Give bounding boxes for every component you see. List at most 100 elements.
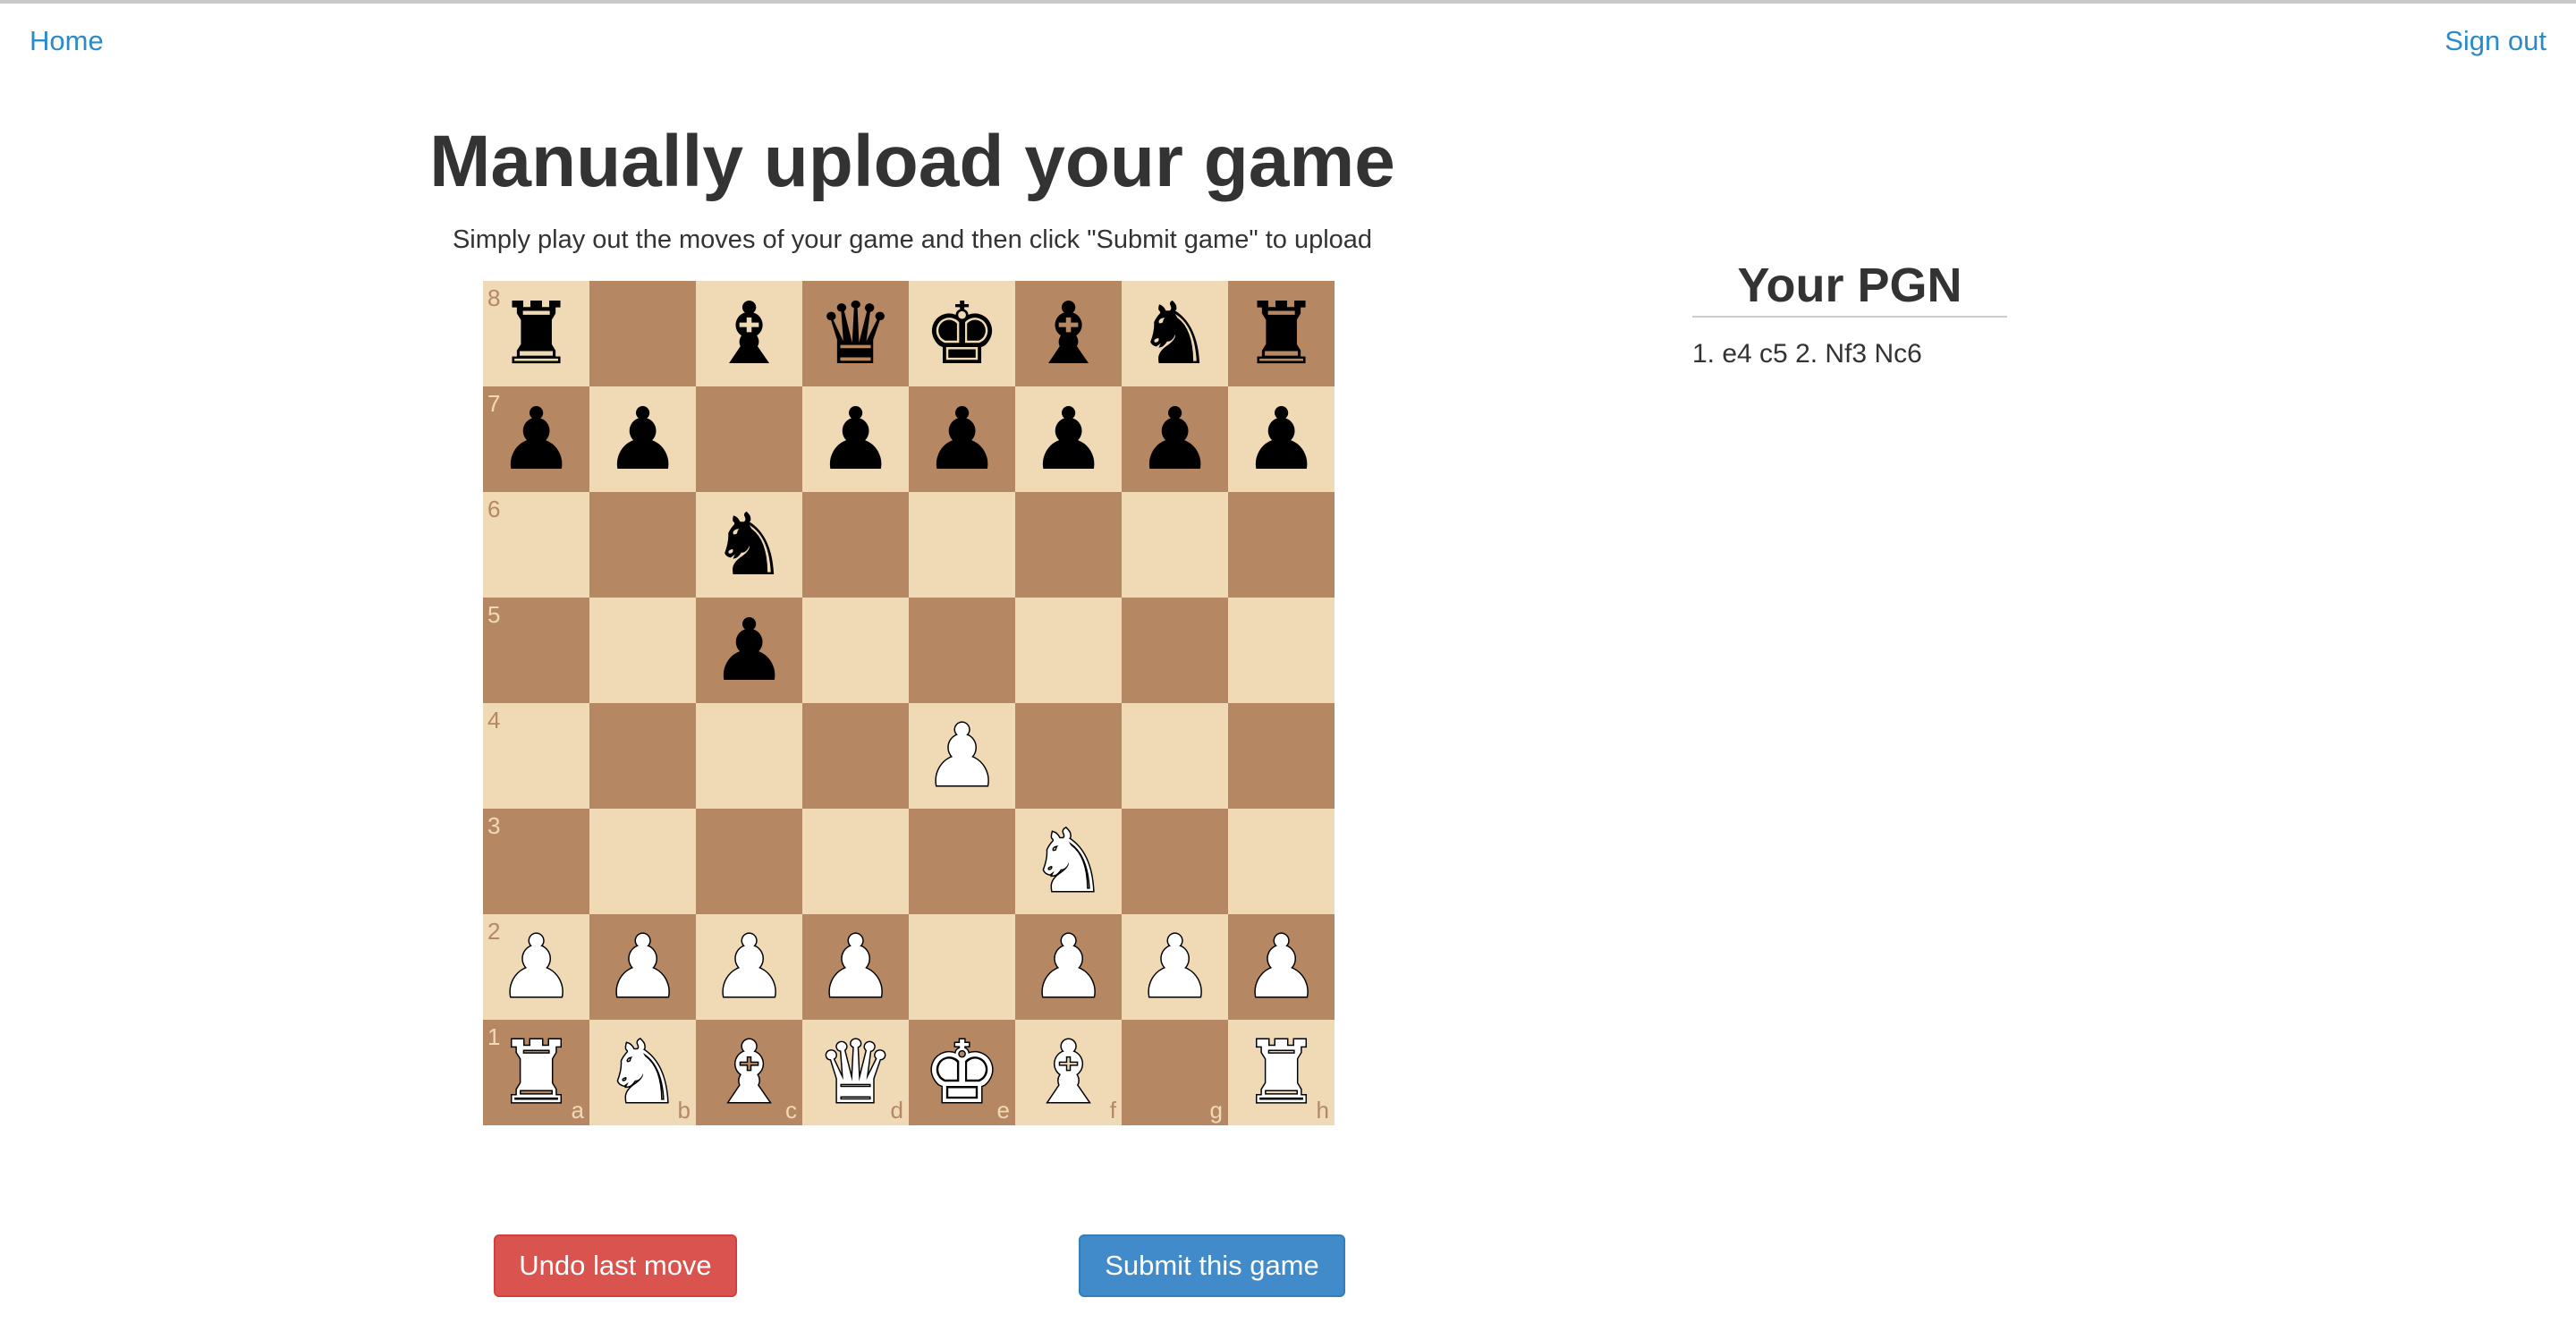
white-pawn-icon[interactable]: ♟ bbox=[696, 914, 802, 1020]
square-e2[interactable] bbox=[909, 914, 1015, 1020]
square-d7[interactable]: ♟ bbox=[802, 386, 909, 492]
square-h8[interactable]: ♜ bbox=[1228, 281, 1335, 386]
square-b1[interactable]: b ♞ bbox=[589, 1020, 696, 1125]
black-rook-icon[interactable]: ♜ bbox=[483, 281, 589, 386]
square-a2[interactable]: 2 ♟ bbox=[483, 914, 589, 1020]
black-knight-icon[interactable]: ♞ bbox=[1122, 281, 1228, 386]
black-pawn-icon[interactable]: ♟ bbox=[589, 386, 696, 492]
black-pawn-icon[interactable]: ♟ bbox=[1122, 386, 1228, 492]
square-h5[interactable] bbox=[1228, 598, 1335, 703]
sign-out-link[interactable]: Sign out bbox=[2445, 25, 2546, 57]
square-b6[interactable] bbox=[589, 492, 696, 598]
black-pawn-icon[interactable]: ♟ bbox=[802, 386, 909, 492]
square-d8[interactable]: ♛ bbox=[802, 281, 909, 386]
square-h7[interactable]: ♟ bbox=[1228, 386, 1335, 492]
square-f4[interactable] bbox=[1015, 703, 1122, 809]
black-queen-icon[interactable]: ♛ bbox=[802, 281, 909, 386]
square-g4[interactable] bbox=[1122, 703, 1228, 809]
square-e4[interactable]: ♟ bbox=[909, 703, 1015, 809]
square-d1[interactable]: d ♛ bbox=[802, 1020, 909, 1125]
square-a7[interactable]: 7 ♟ bbox=[483, 386, 589, 492]
square-g5[interactable] bbox=[1122, 598, 1228, 703]
square-c8[interactable]: ♝ bbox=[696, 281, 802, 386]
square-b8[interactable] bbox=[589, 281, 696, 386]
submit-game-button[interactable]: Submit this game bbox=[1079, 1234, 1345, 1297]
square-e3[interactable] bbox=[909, 809, 1015, 914]
square-e1[interactable]: e ♚ bbox=[909, 1020, 1015, 1125]
square-d5[interactable] bbox=[802, 598, 909, 703]
square-d3[interactable] bbox=[802, 809, 909, 914]
square-b3[interactable] bbox=[589, 809, 696, 914]
square-g2[interactable]: ♟ bbox=[1122, 914, 1228, 1020]
square-a3[interactable]: 3 bbox=[483, 809, 589, 914]
white-rook-icon[interactable]: ♜ bbox=[1228, 1020, 1335, 1125]
square-d2[interactable]: ♟ bbox=[802, 914, 909, 1020]
square-f1[interactable]: f ♝ bbox=[1015, 1020, 1122, 1125]
square-a1[interactable]: 1 a ♜ bbox=[483, 1020, 589, 1125]
square-e8[interactable]: ♚ bbox=[909, 281, 1015, 386]
black-rook-icon[interactable]: ♜ bbox=[1228, 281, 1335, 386]
white-pawn-icon[interactable]: ♟ bbox=[1228, 914, 1335, 1020]
square-c2[interactable]: ♟ bbox=[696, 914, 802, 1020]
square-h1[interactable]: h ♜ bbox=[1228, 1020, 1335, 1125]
square-e7[interactable]: ♟ bbox=[909, 386, 1015, 492]
white-bishop-icon[interactable]: ♝ bbox=[1015, 1020, 1122, 1125]
black-knight-icon[interactable]: ♞ bbox=[696, 492, 802, 598]
square-h3[interactable] bbox=[1228, 809, 1335, 914]
white-knight-icon[interactable]: ♞ bbox=[589, 1020, 696, 1125]
square-b7[interactable]: ♟ bbox=[589, 386, 696, 492]
square-c4[interactable] bbox=[696, 703, 802, 809]
white-rook-icon[interactable]: ♜ bbox=[483, 1020, 589, 1125]
black-pawn-icon[interactable]: ♟ bbox=[1228, 386, 1335, 492]
square-d4[interactable] bbox=[802, 703, 909, 809]
white-knight-icon[interactable]: ♞ bbox=[1015, 809, 1122, 914]
chess-board[interactable]: 8 ♜ ♝ ♛ ♚ ♝ ♞ ♜ 7 ♟ ♟ ♟ ♟ ♟ ♟ ♟ 6 ♞ 5 ♟ 4 ♟ 3 ♞ 2 ♟ ♟ ♟ ♟ ♟ ♟ ♟ 1 a ♜ b ♞ c ♝ d… bbox=[483, 281, 1335, 1125]
square-f7[interactable]: ♟ bbox=[1015, 386, 1122, 492]
square-b5[interactable] bbox=[589, 598, 696, 703]
square-c7[interactable] bbox=[696, 386, 802, 492]
white-pawn-icon[interactable]: ♟ bbox=[909, 703, 1015, 809]
square-g7[interactable]: ♟ bbox=[1122, 386, 1228, 492]
white-king-icon[interactable]: ♚ bbox=[909, 1020, 1015, 1125]
square-h2[interactable]: ♟ bbox=[1228, 914, 1335, 1020]
white-pawn-icon[interactable]: ♟ bbox=[589, 914, 696, 1020]
square-g1[interactable]: g bbox=[1122, 1020, 1228, 1125]
square-f8[interactable]: ♝ bbox=[1015, 281, 1122, 386]
square-c1[interactable]: c ♝ bbox=[696, 1020, 802, 1125]
square-g6[interactable] bbox=[1122, 492, 1228, 598]
white-pawn-icon[interactable]: ♟ bbox=[483, 914, 589, 1020]
white-queen-icon[interactable]: ♛ bbox=[802, 1020, 909, 1125]
square-c5[interactable]: ♟ bbox=[696, 598, 802, 703]
square-h4[interactable] bbox=[1228, 703, 1335, 809]
black-king-icon[interactable]: ♚ bbox=[909, 281, 1015, 386]
black-bishop-icon[interactable]: ♝ bbox=[696, 281, 802, 386]
square-h6[interactable] bbox=[1228, 492, 1335, 598]
square-a4[interactable]: 4 bbox=[483, 703, 589, 809]
square-c6[interactable]: ♞ bbox=[696, 492, 802, 598]
black-bishop-icon[interactable]: ♝ bbox=[1015, 281, 1122, 386]
square-a8[interactable]: 8 ♜ bbox=[483, 281, 589, 386]
home-link[interactable]: Home bbox=[30, 25, 104, 57]
black-pawn-icon[interactable]: ♟ bbox=[696, 598, 802, 703]
square-b4[interactable] bbox=[589, 703, 696, 809]
black-pawn-icon[interactable]: ♟ bbox=[1015, 386, 1122, 492]
square-e5[interactable] bbox=[909, 598, 1015, 703]
square-f2[interactable]: ♟ bbox=[1015, 914, 1122, 1020]
black-pawn-icon[interactable]: ♟ bbox=[483, 386, 589, 492]
undo-last-move-button[interactable]: Undo last move bbox=[494, 1234, 737, 1297]
square-g8[interactable]: ♞ bbox=[1122, 281, 1228, 386]
square-a5[interactable]: 5 bbox=[483, 598, 589, 703]
black-pawn-icon[interactable]: ♟ bbox=[909, 386, 1015, 492]
square-f5[interactable] bbox=[1015, 598, 1122, 703]
square-c3[interactable] bbox=[696, 809, 802, 914]
white-bishop-icon[interactable]: ♝ bbox=[696, 1020, 802, 1125]
square-g3[interactable] bbox=[1122, 809, 1228, 914]
square-f3[interactable]: ♞ bbox=[1015, 809, 1122, 914]
square-a6[interactable]: 6 bbox=[483, 492, 589, 598]
white-pawn-icon[interactable]: ♟ bbox=[802, 914, 909, 1020]
white-pawn-icon[interactable]: ♟ bbox=[1122, 914, 1228, 1020]
white-pawn-icon[interactable]: ♟ bbox=[1015, 914, 1122, 1020]
square-e6[interactable] bbox=[909, 492, 1015, 598]
square-b2[interactable]: ♟ bbox=[589, 914, 696, 1020]
square-d6[interactable] bbox=[802, 492, 909, 598]
